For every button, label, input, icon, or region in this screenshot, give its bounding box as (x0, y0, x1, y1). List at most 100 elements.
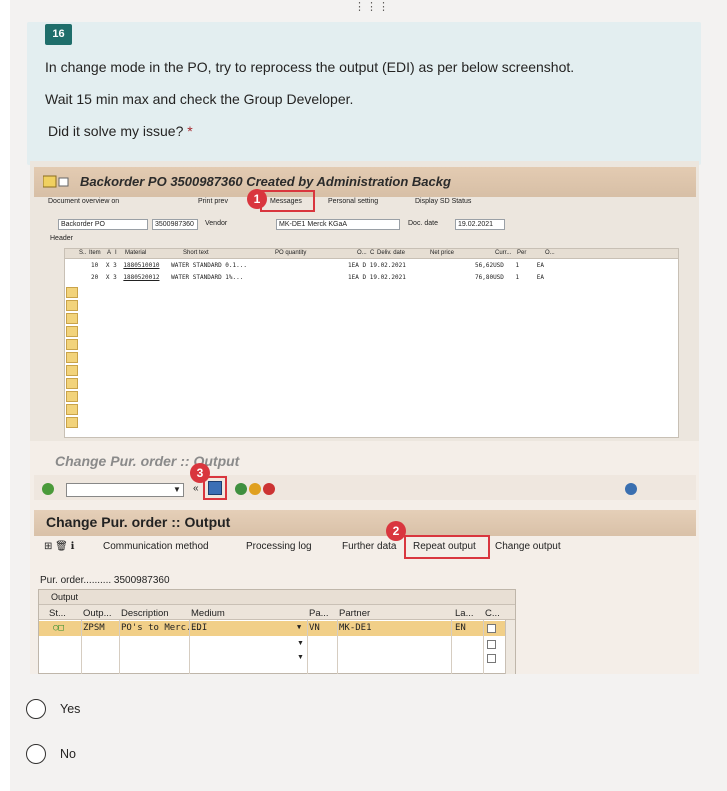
output-title: Change Pur. order :: Output (46, 514, 231, 530)
required-mark: * (187, 123, 193, 139)
embedded-sap-screenshot: Backorder PO 3500987360 Created by Admin… (30, 161, 699, 674)
column-divider (307, 620, 308, 674)
column-divider (483, 620, 484, 674)
row2-qty-group: 1EA D 19.02.2021 (348, 274, 406, 281)
row-selector[interactable] (66, 339, 78, 350)
communication-method-button[interactable]: Communication method (103, 541, 209, 557)
col-deliv-date: Deliv. date (377, 250, 405, 256)
table-scrollbar[interactable] (505, 620, 515, 674)
output-type: ZPSM (83, 623, 105, 633)
row1-price-group: 56,62USD 1 EA (475, 262, 544, 269)
option-yes-label: Yes (60, 702, 81, 716)
change-output-button[interactable]: Change output (495, 541, 561, 557)
row2-per: 1 (515, 274, 520, 281)
row1-material[interactable]: 1880510010 (123, 262, 159, 269)
column-divider (81, 620, 82, 674)
doc-type-field[interactable]: Backorder PO (58, 219, 148, 230)
row-selector[interactable] (66, 326, 78, 337)
po-number-field[interactable]: 3500987360 (152, 219, 198, 230)
row2-i: 3 (113, 274, 117, 281)
row1-o: EA (536, 262, 545, 269)
question-prompt-text: Did it solve my issue? (48, 123, 184, 139)
col-language: La... (455, 608, 474, 619)
faded-output-title: Change Pur. order :: Output (55, 453, 240, 469)
grid-header: S.. Item A I Material Short text PO quan… (65, 249, 678, 259)
row-checkbox[interactable] (487, 654, 496, 663)
row-selector[interactable] (66, 313, 78, 324)
row2-o: EA (536, 274, 545, 281)
col-s: S.. (79, 250, 87, 256)
chevron-left-icon[interactable]: « (193, 483, 199, 494)
column-divider (189, 620, 190, 674)
row-selector[interactable] (66, 352, 78, 363)
row-selector[interactable] (66, 391, 78, 402)
output-table-caption: Output (39, 590, 515, 604)
row2-material[interactable]: 1880520012 (123, 274, 159, 281)
radio-yes[interactable] (26, 699, 46, 719)
col-po-quantity: PO quantity (275, 250, 307, 256)
row1-unit: EA (351, 262, 359, 269)
exit-icon[interactable] (249, 483, 261, 495)
check-icon[interactable] (42, 483, 54, 495)
row1-short-text: WATER STANDARD 0.1... (171, 262, 247, 269)
row-selector[interactable] (66, 287, 78, 298)
column-divider (119, 620, 120, 674)
row2-net-price: 76,80 (475, 274, 494, 281)
medium-dropdown-icon[interactable]: ▼ (297, 654, 304, 661)
row1-c: D (362, 262, 367, 269)
row1-net-price: 56,62 (475, 262, 494, 269)
col-i: I (115, 250, 117, 256)
toolbar-display-sd-status[interactable]: Display SD Status (415, 198, 471, 205)
row2-deliv-date: 19.02.2021 (369, 274, 406, 281)
col-partner-function: Pa... (309, 608, 329, 619)
vendor-field[interactable]: MK-DE1 Merck KGaA (276, 219, 400, 230)
header-label[interactable]: Header (50, 235, 73, 242)
row-selector[interactable] (66, 404, 78, 415)
output-partner-function: VN (309, 623, 320, 633)
output-medium[interactable]: EDI (191, 623, 207, 633)
row-checkbox[interactable] (487, 624, 496, 633)
row1-per: 1 (515, 262, 520, 269)
col-net-price: Net price (430, 250, 455, 256)
toolbar-icons[interactable]: ⊞ 🗑 ℹ (44, 541, 74, 557)
further-data-button[interactable]: Further data (342, 541, 396, 557)
medium-dropdown-icon[interactable]: ▼ (297, 640, 304, 647)
toolbar-doc-overview[interactable]: Document overview on (48, 198, 119, 205)
row2-c: D (362, 274, 367, 281)
cancel-icon[interactable] (263, 483, 275, 495)
col-description: Description (121, 608, 169, 619)
table-row[interactable]: 10 X 3 1880510010 WATER STANDARD 0.1... (91, 262, 247, 269)
toolbar-personal-setting[interactable]: Personal setting (328, 198, 378, 205)
row1-a: X (105, 262, 110, 269)
doc-date-field[interactable]: 19.02.2021 (455, 219, 505, 230)
vendor-label: Vendor (205, 220, 228, 227)
table-row[interactable]: 20 X 3 1880520012 WATER STANDARD 1%... (91, 274, 243, 281)
highlight-repeat-output (404, 535, 490, 559)
drag-handle-icon[interactable]: ⋮⋮⋮ (354, 2, 389, 15)
toolbar-print-preview[interactable]: Print prev (198, 198, 228, 205)
col-partner: Partner (339, 608, 371, 619)
command-field[interactable] (66, 483, 184, 497)
radio-no[interactable] (26, 744, 46, 764)
row-selector[interactable] (66, 300, 78, 311)
row2-price-group: 76,80USD 1 EA (475, 274, 544, 281)
col-short-text: Short text (183, 250, 209, 256)
chevron-down-icon[interactable]: ▼ (173, 485, 181, 494)
output-partner: MK-DE1 (339, 623, 372, 633)
medium-dropdown-icon[interactable]: ▼ (297, 623, 301, 631)
help-icon[interactable] (625, 483, 637, 495)
col-o: O... (357, 250, 367, 256)
po-items-grid: S.. Item A I Material Short text PO quan… (64, 248, 679, 438)
question-number-badge: 16 (45, 24, 72, 45)
row-checkbox[interactable] (487, 640, 496, 649)
processing-log-button[interactable]: Processing log (246, 541, 312, 557)
col-medium: Medium (191, 608, 225, 619)
table-row[interactable]: ○□ ZPSM PO's to Merc... EDI ▼ VN MK-DE1 … (39, 621, 515, 636)
row-selector[interactable] (66, 365, 78, 376)
callout-2: 2 (386, 521, 406, 541)
row-selector[interactable] (66, 417, 78, 428)
sap-window-icon (43, 175, 69, 188)
back-icon[interactable] (235, 483, 247, 495)
row-selector[interactable] (66, 378, 78, 389)
column-divider (337, 620, 338, 674)
